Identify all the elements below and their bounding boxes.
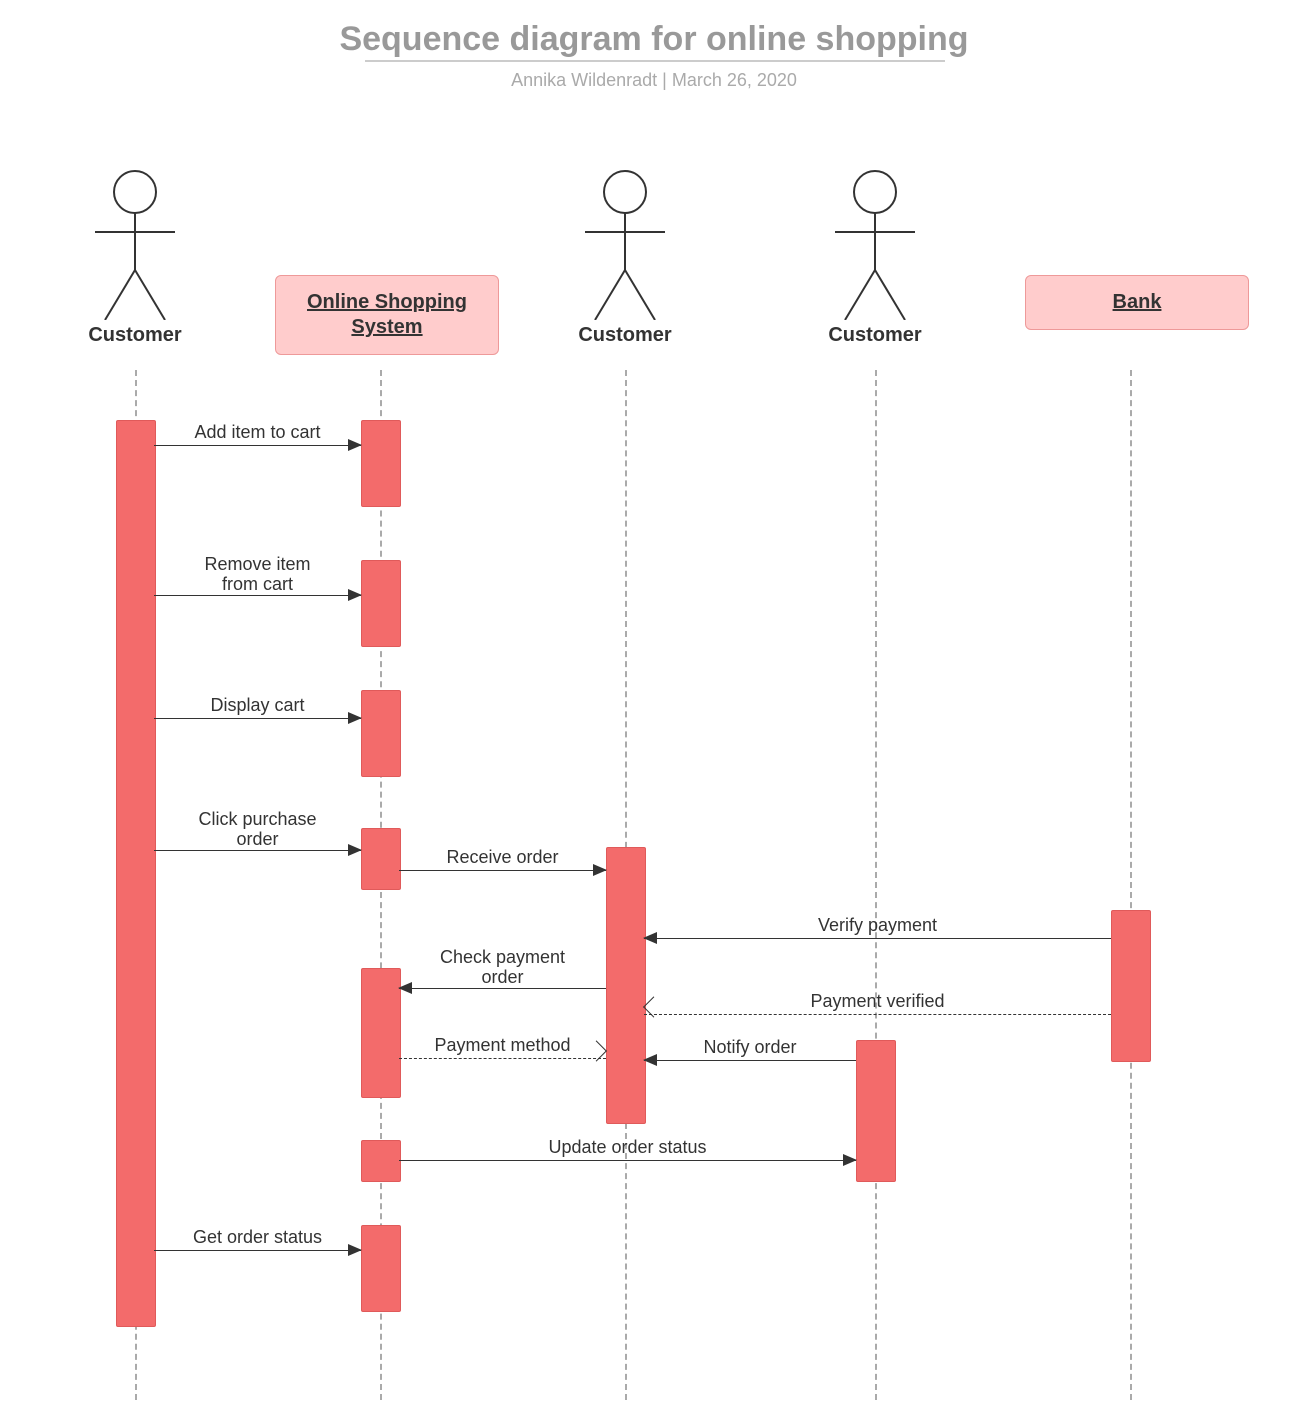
message-label: Notify order xyxy=(644,1037,856,1058)
author: Annika Wildenradt xyxy=(511,70,657,90)
message-label: Click purchaseorder xyxy=(154,809,361,850)
message-2: Display cart xyxy=(154,696,361,720)
message-0: Add item to cart xyxy=(154,423,361,447)
actor-label: Customer xyxy=(815,324,935,347)
message-label: Payment method xyxy=(399,1035,606,1056)
message-label: Add item to cart xyxy=(154,422,361,443)
message-label: Update order status xyxy=(399,1137,856,1158)
message-11: Get order status xyxy=(154,1228,361,1252)
message-3: Click purchaseorder xyxy=(154,828,361,852)
message-5: Verify payment xyxy=(644,916,1111,940)
sequence-diagram-stage: Customer Online Shopping System Customer Cu… xyxy=(60,150,1260,1410)
actor-customer2: Customer xyxy=(565,170,685,347)
message-label: Payment verified xyxy=(644,991,1111,1012)
activation-system-2 xyxy=(361,560,401,647)
message-8: Payment method xyxy=(399,1036,606,1060)
page-title: Sequence diagram for online shopping xyxy=(0,20,1308,59)
byline-separator: | xyxy=(657,70,672,90)
activation-customer1-0 xyxy=(116,420,156,1327)
date: March 26, 2020 xyxy=(672,70,797,90)
actor-customer1: Customer xyxy=(75,170,195,347)
message-10: Update order status xyxy=(399,1138,856,1162)
message-label: Verify payment xyxy=(644,915,1111,936)
message-label: Get order status xyxy=(154,1227,361,1248)
object-bank: Bank xyxy=(1025,275,1249,330)
message-7: Payment verified xyxy=(644,992,1111,1016)
actor-label: Customer xyxy=(565,324,685,347)
lifeline-bank xyxy=(1130,370,1132,1400)
message-4: Receive order xyxy=(399,848,606,872)
activation-system-4 xyxy=(361,828,401,890)
activation-system-10 xyxy=(361,1225,401,1312)
message-label: Remove itemfrom cart xyxy=(154,554,361,595)
message-label: Check paymentorder xyxy=(399,947,606,988)
lifeline-customer3 xyxy=(875,370,877,1400)
activation-system-6 xyxy=(361,968,401,1098)
actor-customer3: Customer xyxy=(815,170,935,347)
message-1: Remove itemfrom cart xyxy=(154,573,361,597)
activation-system-9 xyxy=(361,1140,401,1182)
byline: Annika Wildenradt | March 26, 2020 xyxy=(0,70,1308,91)
activation-customer2-5 xyxy=(606,847,646,1124)
message-label: Display cart xyxy=(154,695,361,716)
activation-system-1 xyxy=(361,420,401,507)
message-label: Receive order xyxy=(399,847,606,868)
message-6: Check paymentorder xyxy=(399,966,606,990)
activation-bank-7 xyxy=(1111,910,1151,1062)
title-rule xyxy=(365,60,945,62)
actor-label: Customer xyxy=(75,324,195,347)
activation-customer3-8 xyxy=(856,1040,896,1182)
object-system: Online Shopping System xyxy=(275,275,499,355)
message-9: Notify order xyxy=(644,1038,856,1062)
activation-system-3 xyxy=(361,690,401,777)
